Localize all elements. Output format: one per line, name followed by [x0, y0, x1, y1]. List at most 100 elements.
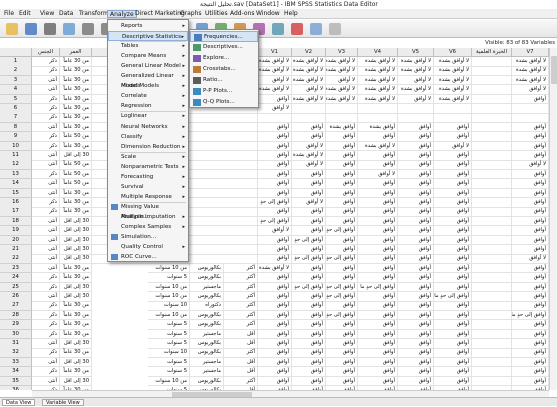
cell-experience[interactable]: من 10 سنوات [148, 263, 190, 274]
cell-gender[interactable]: أنثى [32, 254, 60, 264]
cell-response[interactable]: لا أوافق بشدة [434, 94, 472, 105]
cell-response[interactable]: أوافق [358, 310, 398, 321]
cell-response[interactable]: أوافق [398, 320, 434, 330]
cell-response[interactable]: أوافق [434, 198, 472, 208]
cell-response[interactable] [326, 104, 358, 114]
cell-experience-short[interactable]: أكثر [224, 292, 258, 302]
cell-response[interactable]: أوافق [258, 169, 292, 180]
cell-scientific-experience[interactable] [472, 367, 512, 377]
cell-gender[interactable]: ذكر [32, 329, 60, 340]
cell-gender[interactable]: أنثى [32, 188, 60, 199]
cell-response[interactable]: أوافق [434, 216, 472, 227]
cell-response[interactable]: لا أوافق بشدة [258, 85, 292, 95]
cell-response[interactable]: أوافق [512, 207, 549, 217]
cell-education[interactable]: بكالوريوس [190, 339, 224, 349]
cell-age[interactable]: 30 إلى اقل [60, 245, 92, 255]
menu-item-quality-control[interactable]: Quality Control ▸ [108, 242, 188, 252]
cell-response[interactable]: أوافق [292, 207, 326, 217]
cell-experience-short[interactable]: أكثر [224, 320, 258, 330]
cell-age[interactable]: من 30 عاماً [60, 188, 92, 199]
cell-response[interactable]: أوافق [512, 188, 549, 199]
use-sets-icon[interactable] [310, 23, 322, 35]
cell-scientific-experience[interactable] [472, 141, 512, 152]
cell-response[interactable]: أوافق [258, 367, 292, 377]
cell-response[interactable]: أوافق [434, 226, 472, 236]
cell-gender[interactable]: ذكر [32, 273, 60, 283]
cell-response[interactable]: لا أوافق بشدة [512, 66, 549, 76]
cell-response[interactable] [326, 113, 358, 123]
column-header[interactable]: الجنس [32, 48, 60, 57]
menu-window[interactable]: Window [254, 10, 282, 18]
cell-response[interactable]: أوافق [292, 310, 326, 321]
cell-response[interactable]: أوافق [326, 245, 358, 255]
cell-response[interactable]: أوافق [512, 273, 549, 283]
cell-gender[interactable]: أنثى [32, 226, 60, 236]
cell-education[interactable]: ماجستير [190, 357, 224, 368]
cell-response[interactable]: أوافق إلى حدٍ ما [292, 235, 326, 246]
cell-response[interactable]: أوافق [512, 245, 549, 255]
cell-gender[interactable]: أنثى [32, 122, 60, 133]
row-number[interactable]: 18 [0, 216, 32, 227]
cell-response[interactable]: لا أوافق بشدة [326, 66, 358, 76]
cell-response[interactable]: أوافق [358, 132, 398, 142]
cell-response[interactable]: أوافق [358, 301, 398, 311]
cell-response[interactable]: أوافق [398, 141, 434, 152]
cell-response[interactable]: أوافق [292, 357, 326, 368]
cell-response[interactable]: أوافق [358, 263, 398, 274]
submenu-item-q-q-plots[interactable]: Q-Q Plots... [190, 97, 258, 108]
cell-gender[interactable]: ذكر [32, 57, 60, 67]
cell-response[interactable]: أوافق [398, 132, 434, 142]
cell-response[interactable]: أوافق [398, 263, 434, 274]
cell-response[interactable]: أوافق [358, 292, 398, 302]
cell-response[interactable]: أوافق [292, 367, 326, 377]
cell-response[interactable]: أوافق [258, 329, 292, 340]
cell-response[interactable]: أوافق [358, 320, 398, 330]
cell-age[interactable]: من 30 عاماً [60, 85, 92, 95]
cell-scientific-experience[interactable] [472, 254, 512, 264]
cell-response[interactable]: أوافق [326, 320, 358, 330]
cell-response[interactable]: لا أوافق [512, 85, 549, 95]
cell-response[interactable]: أوافق [434, 273, 472, 283]
cell-scientific-experience[interactable] [472, 226, 512, 236]
cell-gender[interactable]: ذكر [32, 94, 60, 105]
cell-response[interactable]: لا أوافق [512, 160, 549, 170]
cell-response[interactable]: لا أوافق [292, 85, 326, 95]
cell-response[interactable]: أوافق إلى حدٍ ما [326, 226, 358, 236]
cell-response[interactable]: لا أوافق بشدة [398, 66, 434, 76]
cell-gender[interactable]: ذكر [32, 207, 60, 217]
cell-response[interactable]: أوافق [398, 226, 434, 236]
cell-response[interactable]: أوافق [326, 141, 358, 152]
cell-age[interactable]: من 30 عاماً [60, 310, 92, 321]
cell-response[interactable]: أوافق [434, 122, 472, 133]
cell-response[interactable]: أوافق [434, 376, 472, 387]
cell-response[interactable]: أوافق إلى حدٍ ما [292, 282, 326, 293]
cell-age[interactable]: من 30 عاماً [60, 329, 92, 340]
cell-scientific-experience[interactable] [472, 263, 512, 274]
menu-item-simulation[interactable]: Simulation... [108, 232, 188, 242]
cell-response[interactable]: أوافق [326, 357, 358, 368]
cell-age[interactable]: من 50 عاماً [60, 160, 92, 170]
cell-scientific-experience[interactable] [472, 104, 512, 114]
cell-response[interactable]: لا أوافق بشدة [292, 66, 326, 76]
cell-response[interactable]: أوافق [398, 151, 434, 161]
cell-response[interactable]: لا أوافق بشدة [292, 151, 326, 161]
cell-response[interactable]: أوافق [512, 216, 549, 227]
menu-item-loglinear[interactable]: Loglinear ▸ [108, 111, 188, 121]
cell-experience[interactable]: من 10 سنوات [148, 282, 190, 293]
cell-response[interactable]: أوافق [326, 301, 358, 311]
cell-scientific-experience[interactable] [472, 122, 512, 133]
cell-response[interactable]: أوافق [258, 310, 292, 321]
cell-response[interactable]: أوافق إلى حدٍ ما [358, 282, 398, 293]
cell-response[interactable]: أوافق [292, 292, 326, 302]
cell-age[interactable]: من 30 عاماً [60, 263, 92, 274]
cell-response[interactable]: أوافق [358, 367, 398, 377]
cell-response[interactable]: أوافق [398, 339, 434, 349]
cell-response[interactable]: لا أوافق بشدة [326, 57, 358, 67]
cell-experience-short[interactable]: أكثر [224, 376, 258, 387]
cell-response[interactable]: أوافق [358, 339, 398, 349]
menu-item-nonparametric-tests[interactable]: Nonparametric Tests ▸ [108, 162, 188, 172]
cell-response[interactable]: أوافق [326, 367, 358, 377]
cell-response[interactable]: أوافق [258, 151, 292, 161]
menu-file[interactable]: File [2, 10, 16, 18]
cell-response[interactable]: أوافق [292, 169, 326, 180]
